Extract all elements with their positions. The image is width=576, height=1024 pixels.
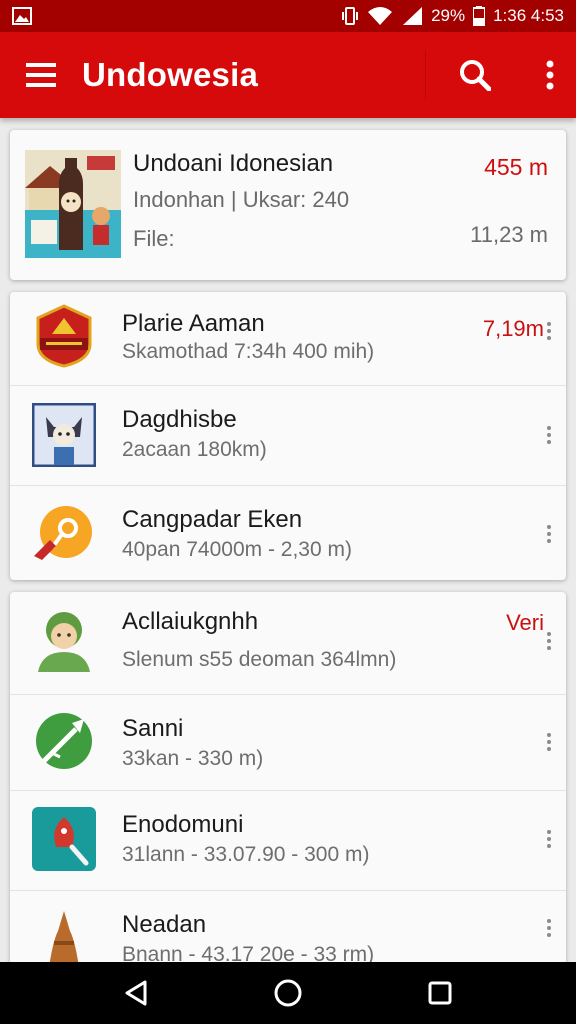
back-triangle-icon [125, 980, 147, 1006]
featured-file-label: File: [133, 226, 175, 251]
leaf-tool-icon [36, 713, 92, 769]
cell-signal-icon [403, 7, 423, 25]
battery-icon [473, 6, 486, 26]
list-item[interactable]: Enodomuni 31lann - 33.07.90 - 300 m) [10, 790, 566, 890]
vibrate-icon [342, 7, 359, 25]
item-details: 31lann - 33.07.90 - 300 m) [122, 843, 370, 866]
item-more-button[interactable] [538, 316, 560, 346]
overflow-menu-button[interactable] [524, 32, 576, 118]
list-item[interactable]: Plarie Aaman Skamothad 7:34h 400 mih) 7,… [10, 292, 566, 385]
list-item[interactable]: Neadan Bnann - 43.17 20e - 33 rm) [10, 890, 566, 972]
wifi-icon [368, 7, 393, 25]
item-details: 40pan 74000m - 2,30 m) [122, 538, 352, 561]
list-item[interactable]: Sanni 33kan - 330 m) [10, 694, 566, 790]
list-group-1: Plarie Aaman Skamothad 7:34h 400 mih) 7,… [10, 292, 566, 580]
temple-badge-icon [36, 304, 92, 368]
home-button[interactable] [258, 962, 318, 1024]
featured-title: Undoani Idonesian [133, 150, 334, 177]
item-more-button[interactable] [538, 913, 560, 943]
page-title: Undowesia [82, 56, 259, 93]
back-button[interactable] [106, 962, 166, 1024]
item-details: Skamothad 7:34h 400 mih) [122, 340, 375, 363]
rocket-location-icon [34, 506, 92, 560]
clock: 1:36 4:53 [493, 6, 564, 25]
list-item[interactable]: Cangpadar Eken 40pan 74000m - 2,30 m) [10, 485, 566, 580]
item-more-button[interactable] [538, 626, 560, 656]
search-button[interactable] [426, 32, 524, 118]
home-circle-icon [274, 979, 302, 1007]
battery-percent: 29% [431, 6, 466, 25]
status-indicators: 29% 1:36 4:53 [341, 6, 564, 26]
status-bar: 29% 1:36 4:53 [0, 0, 576, 32]
item-more-button[interactable] [538, 727, 560, 757]
item-title: Sanni [122, 715, 184, 742]
featured-subtitle: Indonhan | Uksar: 240 [133, 187, 350, 212]
item-more-button[interactable] [538, 824, 560, 854]
menu-button[interactable] [0, 32, 82, 118]
item-more-button[interactable] [538, 420, 560, 450]
item-title: Plarie Aaman [122, 310, 265, 337]
recents-button[interactable] [410, 962, 470, 1024]
system-nav-bar [0, 962, 576, 1024]
item-title: Cangpadar Eken [122, 506, 303, 533]
recents-square-icon [428, 981, 452, 1005]
item-meta: 7,19m [482, 316, 544, 341]
item-title: Enodomuni [122, 811, 244, 838]
gallery-notification-icon [12, 7, 32, 25]
item-more-button[interactable] [538, 519, 560, 549]
list-item[interactable]: Acllaiukgnhh Slenum s55 deoman 364lmn) V… [10, 592, 566, 694]
list-item[interactable]: Dagdhisbe 2acaan 180km) [10, 385, 566, 485]
item-details: Slenum s55 deoman 364lmn) [122, 648, 397, 671]
featured-size: 11,23 m [470, 222, 548, 247]
character-avatar-icon [32, 403, 96, 467]
featured-distance: 455 m [484, 154, 548, 180]
item-title: Acllaiukgnhh [122, 608, 259, 635]
search-icon [460, 60, 491, 91]
hamburger-menu-icon [26, 63, 56, 87]
item-details: 33kan - 330 m) [122, 747, 264, 770]
app-bar: Undowesia [0, 32, 576, 118]
featured-card[interactable]: Undoani Idonesian Indonhan | Uksar: 240 … [10, 130, 566, 280]
item-title: Neadan [122, 911, 207, 938]
more-vert-icon [546, 60, 554, 90]
item-details: 2acaan 180km) [122, 438, 267, 461]
list-group-2: Acllaiukgnhh Slenum s55 deoman 364lmn) V… [10, 592, 566, 972]
fish-app-icon [32, 807, 96, 871]
item-title: Dagdhisbe [122, 406, 237, 433]
person-avatar-icon [38, 612, 90, 672]
featured-thumbnail [25, 150, 121, 258]
